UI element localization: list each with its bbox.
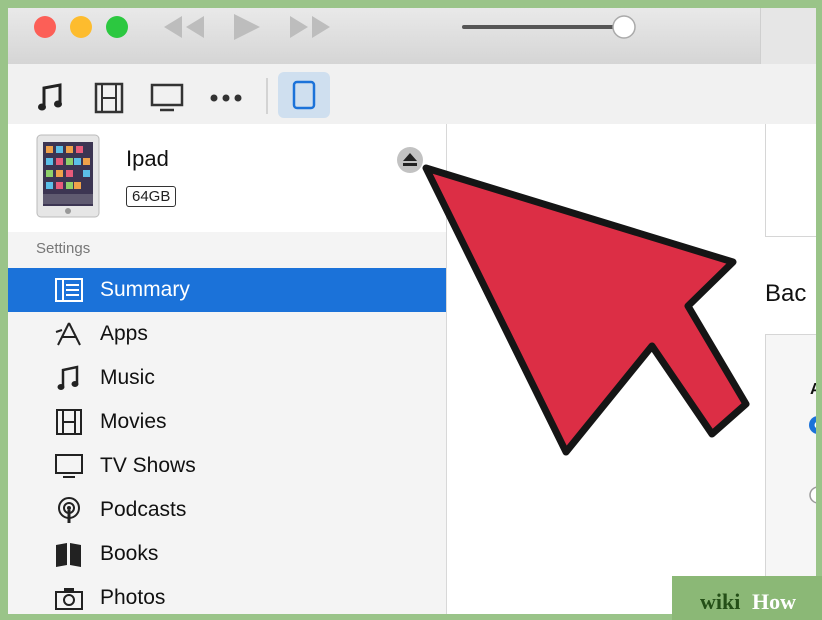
watermark-wiki: wiki	[700, 589, 741, 614]
title-bar	[8, 8, 816, 64]
more-icon[interactable]	[208, 82, 244, 114]
watermark-how: How	[752, 589, 796, 614]
sidebar-item-label: Podcasts	[100, 498, 187, 521]
settings-header: Settings	[36, 240, 91, 257]
eject-icon[interactable]	[396, 146, 424, 174]
toolbar-divider	[266, 78, 268, 114]
backup-section-label: A	[810, 381, 816, 398]
music-note-icon	[57, 365, 79, 390]
media-toolbar	[8, 64, 816, 125]
device-info-panel	[765, 124, 816, 237]
device-name: Ipad	[126, 146, 169, 171]
icloud-radio[interactable]	[808, 415, 816, 435]
sidebar-item-music[interactable]: Music	[8, 356, 446, 400]
fast-forward-icon[interactable]	[284, 12, 336, 42]
wikihow-watermark: wiki How	[672, 576, 822, 620]
minimize-window-button[interactable]	[70, 16, 92, 38]
summary-icon	[55, 278, 83, 302]
sidebar-item-label: Photos	[100, 586, 166, 609]
zoom-window-button[interactable]	[106, 16, 128, 38]
sidebar-item-summary[interactable]: Summary	[8, 268, 446, 312]
sidebar-item-label: Summary	[100, 278, 190, 301]
books-icon	[56, 543, 81, 567]
sidebar-item-photos[interactable]: Photos	[8, 576, 446, 614]
close-window-button[interactable]	[34, 16, 56, 38]
tv-icon[interactable]	[150, 82, 184, 114]
camera-icon	[55, 588, 83, 610]
sidebar-item-books[interactable]: Books	[8, 532, 446, 576]
podcast-icon	[58, 497, 80, 523]
sidebar-item-apps[interactable]: Apps	[8, 312, 446, 356]
backups-panel: A	[765, 334, 816, 614]
rewind-icon[interactable]	[158, 12, 210, 42]
sidebar-item-label: Apps	[100, 322, 148, 345]
sidebar-item-label: Music	[100, 366, 155, 389]
music-note-icon[interactable]	[36, 82, 64, 114]
sidebar-item-label: Movies	[100, 410, 167, 433]
sidebar-item-label: Books	[100, 542, 159, 565]
capacity-badge: 64GB	[126, 186, 177, 207]
sidebar: Ipad 64GB Settings Summary Apps Music Mo…	[8, 124, 447, 614]
tv-icon	[55, 454, 83, 478]
volume-slider[interactable]	[460, 12, 650, 42]
film-icon[interactable]	[94, 82, 124, 114]
sidebar-item-movies[interactable]: Movies	[8, 400, 446, 444]
this-computer-radio[interactable]	[808, 485, 816, 505]
device-header[interactable]: Ipad 64GB	[8, 124, 446, 232]
backups-heading: Bac	[765, 280, 807, 307]
sidebar-item-tv-shows[interactable]: TV Shows	[8, 444, 446, 488]
itunes-window: Ipad 64GB Settings Summary Apps Music Mo…	[8, 8, 816, 614]
device-thumbnail-icon	[36, 134, 100, 218]
apps-icon	[55, 322, 81, 346]
status-panel	[760, 8, 816, 64]
main-content: Bac A	[447, 124, 816, 614]
sidebar-item-podcasts[interactable]: Podcasts	[8, 488, 446, 532]
play-icon[interactable]	[228, 12, 262, 42]
sidebar-item-label: TV Shows	[100, 454, 196, 477]
ipad-icon	[292, 80, 316, 110]
film-icon	[56, 409, 82, 435]
device-button[interactable]	[278, 72, 330, 118]
